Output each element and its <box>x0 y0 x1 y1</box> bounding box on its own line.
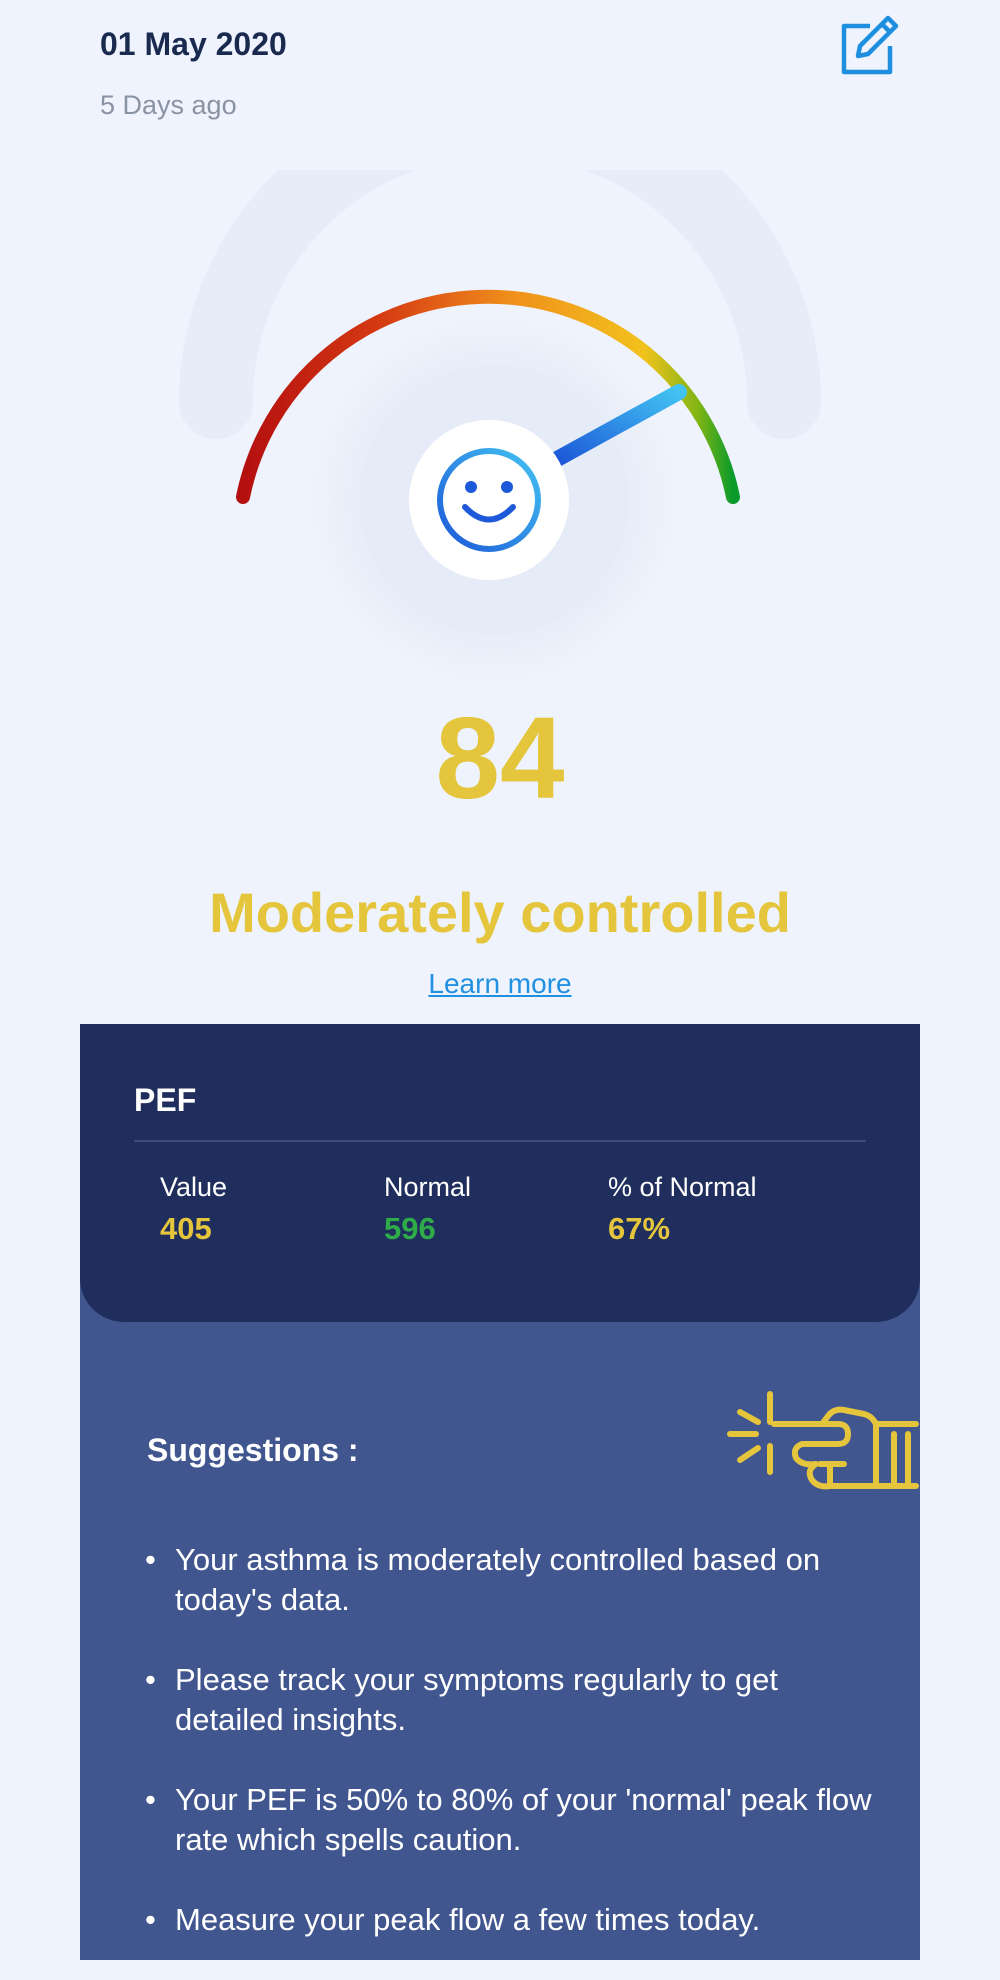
pef-stat-percent: % of Normal 67% <box>608 1172 757 1247</box>
pef-title: PEF <box>134 1082 197 1118</box>
pef-divider <box>134 1140 866 1142</box>
pef-stat-value: Value 405 <box>160 1172 227 1247</box>
suggestions-list: Your asthma is moderately controlled bas… <box>145 1540 875 1980</box>
suggestion-item: Your PEF is 50% to 80% of your 'normal' … <box>145 1780 875 1860</box>
control-score: 84 <box>435 693 565 823</box>
pef-stat-label: Normal <box>384 1172 472 1202</box>
suggestion-item: Please track your symptoms regularly to … <box>145 1660 875 1740</box>
pef-stat-number: 596 <box>384 1211 436 1246</box>
control-gauge <box>179 170 821 682</box>
suggestion-item: Your asthma is moderately controlled bas… <box>145 1540 875 1620</box>
suggestions-title: Suggestions : <box>147 1432 359 1468</box>
date-label: 01 May 2020 <box>100 26 287 62</box>
suggestion-item: Measure your peak flow a few times today… <box>145 1900 875 1940</box>
gauge-hub <box>409 420 569 580</box>
pef-stat-number: 405 <box>160 1211 212 1246</box>
control-status: Moderately controlled <box>209 881 791 944</box>
relative-time: 5 Days ago <box>100 90 237 120</box>
learn-more-link[interactable]: Learn more <box>0 968 1000 1000</box>
pef-stat-number: 67% <box>608 1211 671 1246</box>
pointing-hand-icon <box>727 1391 919 1490</box>
pef-card: PEF Value 405 Normal 596 % of Normal 67% <box>80 1024 920 1322</box>
pef-stat-label: Value <box>160 1172 228 1202</box>
pef-stat-label: % of Normal <box>608 1172 757 1202</box>
pef-stat-normal: Normal 596 <box>384 1172 471 1247</box>
edit-icon[interactable] <box>836 14 900 78</box>
